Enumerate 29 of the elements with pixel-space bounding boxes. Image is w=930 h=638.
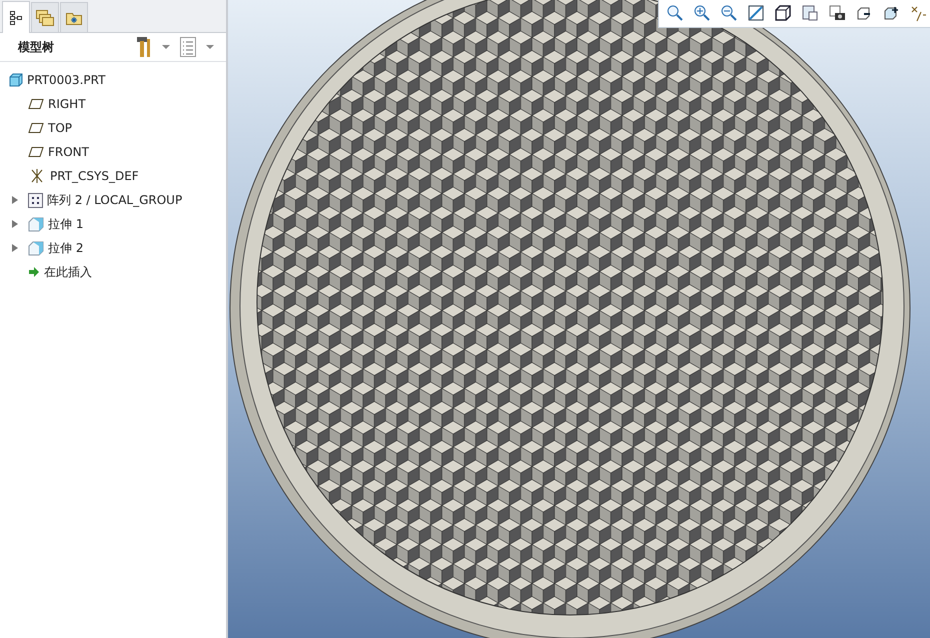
expand-arrow-icon[interactable]: [12, 244, 18, 252]
folders-icon: [35, 8, 55, 26]
extrude-icon: [28, 216, 44, 232]
plane-icon: [28, 146, 44, 158]
favorites-tab[interactable]: [60, 2, 88, 32]
tree-icon: [9, 10, 23, 26]
tree-item[interactable]: 拉伸 1: [48, 216, 84, 232]
tree-item[interactable]: RIGHT: [48, 97, 86, 111]
panel-title: 模型树: [18, 38, 55, 56]
part-cube-icon: [9, 73, 23, 87]
pattern-icon: [28, 192, 43, 208]
tools-icon[interactable]: [136, 36, 152, 58]
plane-icon: [28, 98, 44, 110]
tree-item[interactable]: PRT0003.PRT: [27, 73, 106, 87]
extrude-icon: [28, 240, 44, 256]
expand-arrow-icon[interactable]: [12, 196, 18, 204]
tree-item[interactable]: PRT_CSYS_DEF: [50, 169, 139, 183]
show-options-icon[interactable]: [180, 37, 196, 57]
tree-item[interactable]: 阵列 2 / LOCAL_GROUP: [47, 192, 182, 208]
tree-item[interactable]: FRONT: [48, 145, 89, 159]
plane-icon: [28, 122, 44, 134]
insert-arrow-icon: [28, 266, 40, 278]
tree-item[interactable]: TOP: [48, 121, 72, 135]
dropdown-caret-icon[interactable]: [206, 45, 214, 49]
tree-tab[interactable]: [2, 1, 30, 33]
tree-item[interactable]: 在此插入: [44, 264, 92, 280]
dropdown-caret-icon[interactable]: [162, 45, 170, 49]
expand-arrow-icon[interactable]: [12, 220, 18, 228]
tree-item[interactable]: 拉伸 2: [48, 240, 84, 256]
